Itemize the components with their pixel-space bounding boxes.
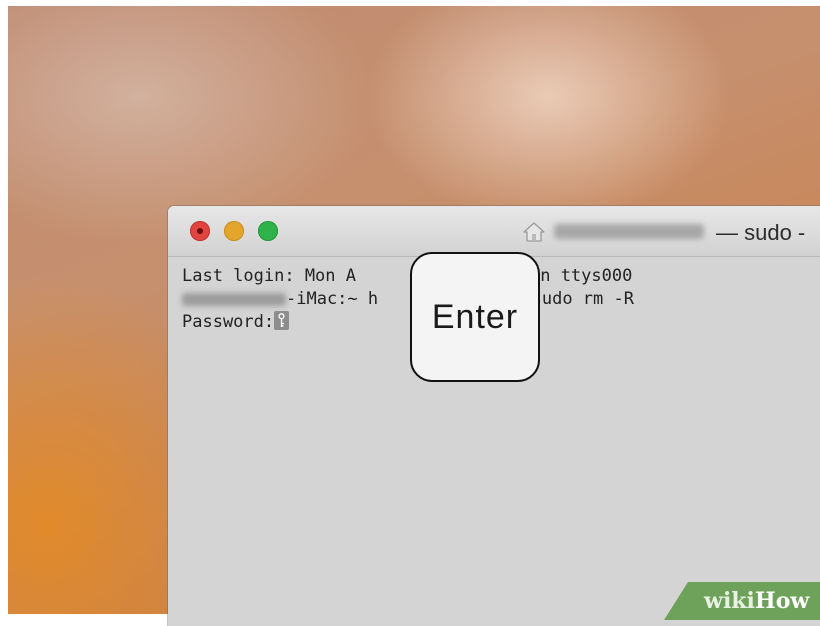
blurred-hostname [182, 292, 286, 306]
password-prompt: Password: [182, 312, 275, 332]
wikihow-watermark: wikiHow [664, 582, 820, 620]
enter-key-overlay: Enter [410, 252, 540, 382]
close-button[interactable] [190, 221, 210, 241]
watermark-wiki: wiki [704, 588, 755, 614]
blurred-username [554, 224, 704, 239]
home-icon [523, 222, 545, 242]
watermark-text: wikiHow [704, 588, 809, 614]
key-icon [278, 313, 285, 327]
key-cursor [274, 311, 290, 330]
zoom-button[interactable] [258, 221, 278, 241]
title-bar[interactable]: — sudo - [168, 206, 820, 257]
watermark-how: How [754, 588, 810, 614]
minimize-button[interactable] [224, 221, 244, 241]
window-title: — sudo - [716, 220, 806, 245]
